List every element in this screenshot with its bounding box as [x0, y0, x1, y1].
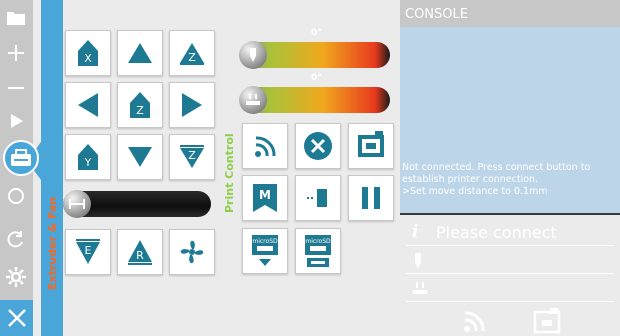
- printer-icon[interactable]: [533, 308, 561, 334]
- svg-text:microSD: microSD: [305, 238, 331, 245]
- play-icon[interactable]: [5, 110, 27, 132]
- console-header: CONSOLE: [400, 0, 620, 27]
- bed-temp-knob[interactable]: [239, 86, 267, 114]
- z-down-button[interactable]: Z: [169, 134, 215, 180]
- print-control-label: Print Control: [223, 133, 236, 213]
- status-row: i Please connect: [406, 222, 614, 246]
- connect-button[interactable]: [242, 123, 288, 169]
- bed-icon: [413, 282, 427, 294]
- retract-button[interactable]: R: [117, 229, 163, 275]
- extruder-fan-label: Extruder & Fan: [46, 196, 59, 290]
- wifi-icon[interactable]: [461, 306, 489, 334]
- x-right-button[interactable]: [169, 82, 215, 128]
- console-divider: [400, 213, 620, 215]
- extruder-status-row: [406, 250, 614, 274]
- svg-text:Z: Z: [136, 104, 144, 117]
- y-back-button[interactable]: [117, 134, 163, 180]
- pause-icon: [362, 187, 380, 209]
- extruder-slider-knob[interactable]: [63, 190, 91, 218]
- svg-text:X: X: [84, 52, 92, 65]
- svg-text:microSD: microSD: [252, 238, 278, 245]
- x-minus-button[interactable]: [65, 82, 111, 128]
- extruder-icon: [415, 253, 421, 269]
- extruder-temp-knob[interactable]: [239, 41, 267, 69]
- folder-icon[interactable]: [5, 6, 27, 28]
- bed-status-row: [406, 278, 614, 302]
- refresh-icon[interactable]: [5, 228, 27, 250]
- pause-button[interactable]: [348, 175, 394, 221]
- svg-text:M: M: [259, 188, 271, 202]
- extruder-temp-label: 0°: [311, 28, 322, 38]
- stop-print-button[interactable]: [295, 123, 341, 169]
- z-up-button[interactable]: Z: [169, 30, 215, 76]
- svg-text:E: E: [85, 244, 92, 257]
- motor-control-label: Motor Control: [46, 61, 59, 148]
- console-line: Not connected. Press connect button to: [402, 162, 591, 173]
- sd-card-upload-icon: microSD: [252, 235, 278, 266]
- status-message: Please connect: [436, 223, 557, 242]
- plus-icon[interactable]: [5, 42, 27, 64]
- fan-icon: [180, 240, 204, 264]
- step-icon: [307, 189, 327, 207]
- load-file-button[interactable]: [348, 123, 394, 169]
- bed-temp-label: 0°: [311, 73, 322, 83]
- svg-text:Z: Z: [188, 149, 196, 162]
- minus-icon[interactable]: [5, 77, 27, 99]
- y-forward-button[interactable]: [117, 30, 163, 76]
- fan-button[interactable]: [169, 229, 215, 275]
- step-button[interactable]: [295, 175, 341, 221]
- console-output[interactable]: Not connected. Press connect button to e…: [400, 27, 620, 214]
- sd-upload-button[interactable]: microSD: [242, 228, 288, 274]
- svg-text:Y: Y: [84, 156, 92, 169]
- svg-text:R: R: [136, 249, 144, 262]
- circle-icon[interactable]: [5, 185, 27, 207]
- svg-text:Z: Z: [188, 51, 196, 64]
- console-line: establish printer connection.: [402, 174, 539, 185]
- info-icon: i: [412, 222, 419, 242]
- wifi-icon: [255, 136, 276, 157]
- extrude-button[interactable]: E: [65, 229, 111, 275]
- settings-gear-icon[interactable]: [5, 266, 27, 288]
- sd-card-print-icon: microSD: [305, 235, 331, 267]
- console-title: CONSOLE: [405, 7, 468, 22]
- console-line: >Set move distance to 0.1mm: [402, 186, 548, 197]
- printer-load-icon: [358, 131, 384, 157]
- printer-toolbox-icon[interactable]: [3, 140, 39, 176]
- sd-print-button[interactable]: microSD: [295, 228, 341, 274]
- console-log: Not connected. Press connect button to e…: [402, 162, 618, 198]
- y-plus-button[interactable]: Y: [65, 134, 111, 180]
- x-plus-button[interactable]: X: [65, 30, 111, 76]
- stop-x-icon: [304, 132, 332, 160]
- z-home-button[interactable]: Z: [117, 82, 163, 128]
- macro-button[interactable]: M: [242, 175, 288, 221]
